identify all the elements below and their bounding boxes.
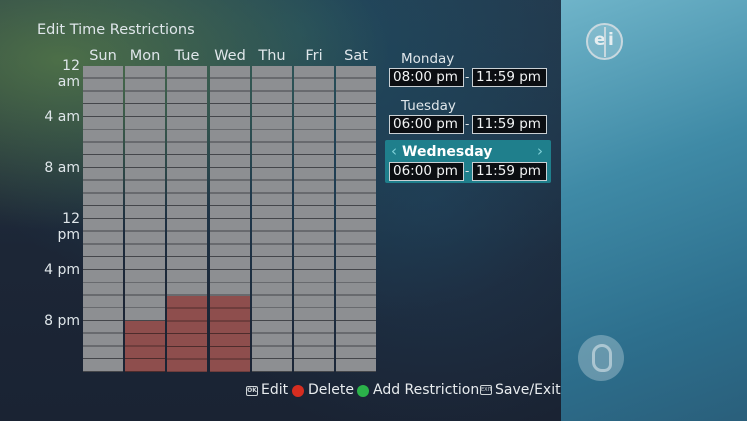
delete-action-label[interactable]: Delete [308,382,354,398]
time-label-8am: 8 am [44,160,80,176]
add-restriction-action-label[interactable]: Add Restriction [373,382,479,398]
schedule-column-mon[interactable] [125,66,165,372]
schedule-column-sun[interactable] [83,66,123,372]
schedule-column-thu[interactable] [252,66,292,372]
schedule-column-wed[interactable] [210,66,250,372]
exit-button-icon: EXIT [480,385,493,395]
pbs-logo-face [592,344,612,372]
weekday-label-wed: Wed [214,48,246,64]
chevron-left-icon[interactable]: ‹ [391,142,397,160]
ei-logo-i: i [608,30,614,50]
wednesday-time-separator: - [465,164,470,178]
monday-end-time-field[interactable]: 11:59 pm [472,68,547,87]
monday-time-separator: - [465,70,470,84]
tuesday-time-separator: - [465,117,470,131]
restriction-block-tue[interactable] [167,296,207,372]
green-button-icon [357,385,369,397]
tuesday-start-time-field[interactable]: 06:00 pm [389,115,464,134]
schedule-column-fri[interactable] [294,66,334,372]
ok-button-icon: OK [246,386,258,396]
monday-start-time-field[interactable]: 08:00 pm [389,68,464,87]
time-label-4pm: 4 pm [44,262,80,278]
time-label-4am: 4 am [44,109,80,125]
weekday-label-sat: Sat [344,48,368,64]
restriction-day-tuesday: Tuesday [401,98,456,114]
save-exit-action-label[interactable]: Save/Exit [495,382,561,398]
schedule-column-sat[interactable] [336,66,376,372]
wednesday-start-time-field[interactable]: 06:00 pm [389,162,464,181]
tuesday-end-time-field[interactable]: 11:59 pm [472,115,547,134]
restriction-day-monday: Monday [401,51,455,67]
restriction-block-mon[interactable] [125,321,165,372]
time-label-12pm: 12 pm [57,211,80,243]
ei-logo-divider [604,27,606,57]
edit-action-label[interactable]: Edit [261,382,288,398]
chevron-right-icon[interactable]: › [537,142,543,160]
restriction-day-wednesday: Wednesday [402,144,493,160]
time-label-12am: 12 am [57,58,80,90]
weekday-label-fri: Fri [305,48,323,64]
ei-logo-icon: e i [586,23,623,60]
page-title: Edit Time Restrictions [37,22,195,38]
wednesday-end-time-field[interactable]: 11:59 pm [472,162,547,181]
restriction-block-wed[interactable] [210,296,250,372]
weekday-label-sun: Sun [89,48,117,64]
red-button-icon [292,385,304,397]
weekday-label-tue: Tue [174,48,200,64]
schedule-column-tue[interactable] [167,66,207,372]
weekday-label-mon: Mon [129,48,161,64]
pbs-logo-icon [578,335,624,381]
weekday-label-thu: Thu [258,48,286,64]
time-label-8pm: 8 pm [44,313,80,329]
